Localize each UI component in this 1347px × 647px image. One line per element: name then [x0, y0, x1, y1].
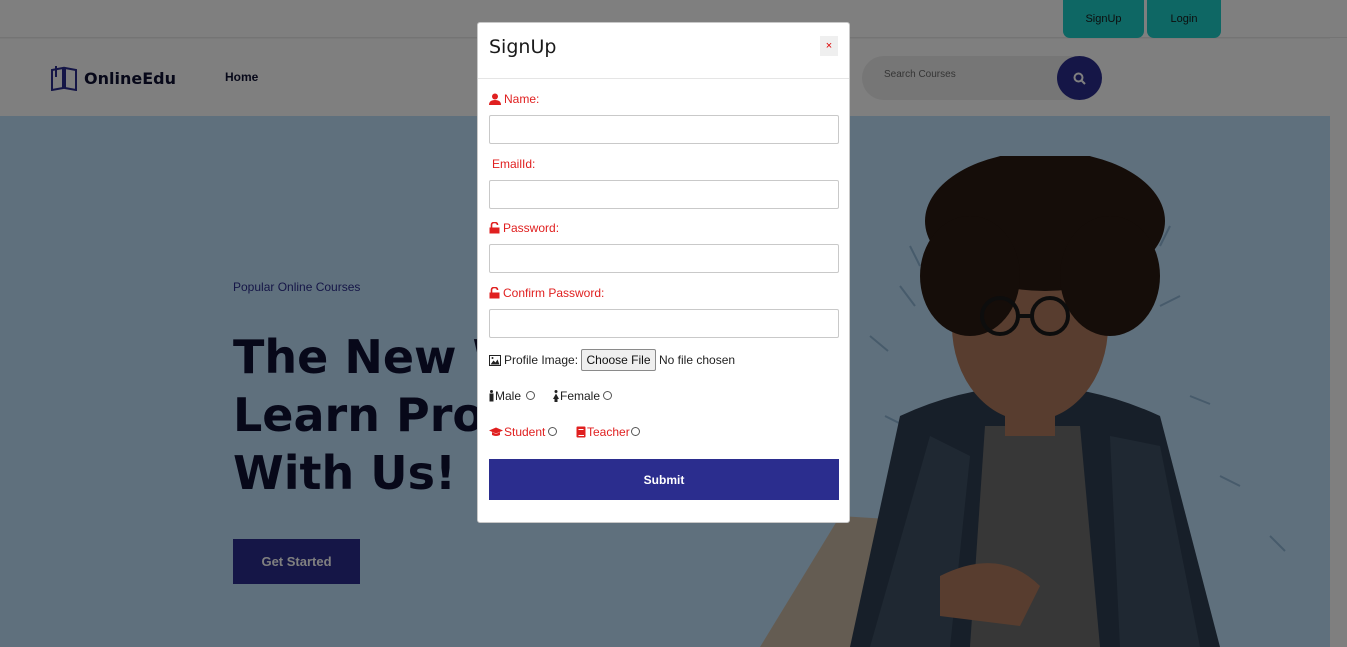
- profile-image-label: Profile Image:: [489, 353, 578, 367]
- student-radio[interactable]: [548, 427, 557, 436]
- female-radio[interactable]: [603, 391, 612, 400]
- unlock-icon: [489, 222, 500, 234]
- email-label-text: EmailId:: [492, 157, 536, 171]
- male-icon: [489, 390, 494, 402]
- image-icon: [489, 354, 501, 366]
- confirm-password-input[interactable]: [489, 309, 839, 338]
- female-icon: [553, 390, 559, 402]
- male-label: Male: [495, 389, 522, 403]
- profile-image-label-text: Profile Image:: [504, 353, 579, 367]
- file-status: No file chosen: [659, 353, 736, 367]
- submit-button[interactable]: Submit: [489, 459, 839, 500]
- choose-file-button[interactable]: Choose File: [581, 349, 656, 371]
- email-label: EmailId:: [492, 157, 535, 171]
- confirm-password-label: Confirm Password:: [489, 286, 604, 300]
- password-input[interactable]: [489, 244, 839, 273]
- user-icon: [489, 93, 501, 105]
- teacher-radio[interactable]: [631, 427, 640, 436]
- confirm-password-label-text: Confirm Password:: [503, 286, 605, 300]
- student-label: Student: [504, 425, 546, 439]
- teacher-label: Teacher: [587, 425, 630, 439]
- email-input[interactable]: [489, 180, 839, 209]
- female-option: Female: [553, 389, 600, 403]
- close-button[interactable]: ×: [820, 36, 838, 56]
- password-label-text: Password:: [503, 221, 560, 235]
- password-label: Password:: [489, 221, 559, 235]
- male-option: Male: [489, 389, 521, 403]
- name-label-text: Name:: [504, 92, 540, 106]
- book-icon: [576, 426, 586, 438]
- graduation-cap-icon: [489, 427, 503, 436]
- female-label: Female: [560, 389, 601, 403]
- teacher-option: Teacher: [576, 425, 630, 439]
- male-radio[interactable]: [526, 391, 535, 400]
- name-label: Name:: [489, 92, 539, 106]
- name-input[interactable]: [489, 115, 839, 144]
- modal-title: SignUp: [489, 36, 557, 58]
- unlock-icon: [489, 287, 500, 299]
- signup-modal: SignUp × Name: EmailId: Password: Confir…: [477, 22, 850, 523]
- modal-header: SignUp ×: [478, 23, 849, 79]
- student-option: Student: [489, 425, 545, 439]
